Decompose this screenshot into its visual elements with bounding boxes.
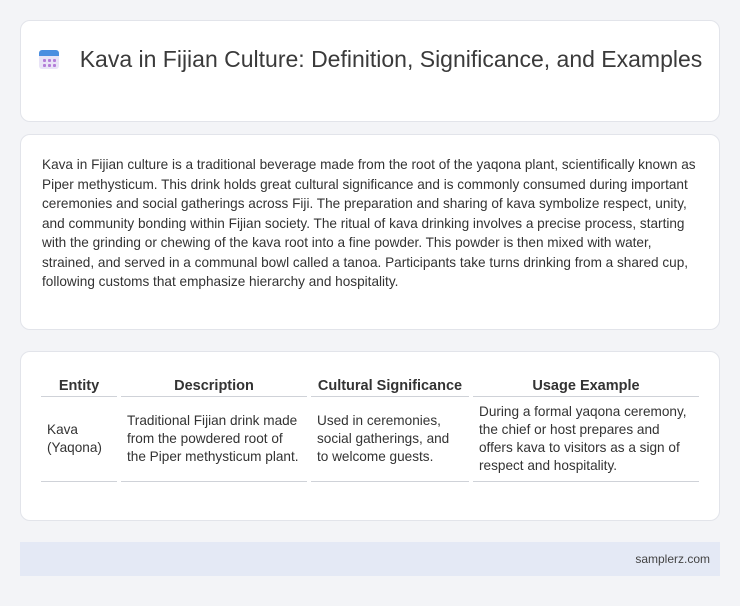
description-text: Kava in Fijian culture is a traditional …: [42, 157, 696, 289]
table-header-row: Entity Description Cultural Significance…: [41, 374, 699, 397]
cell-significance: Used in ceremonies, social gatherings, a…: [307, 396, 471, 482]
cell-example: During a formal yaqona ceremony, the chi…: [469, 396, 699, 482]
footer: samplerz.com: [20, 542, 720, 576]
cell-description: Traditional Fijian drink made from the p…: [117, 396, 309, 482]
title-card: Kava in Fijian Culture: Definition, Sign…: [20, 20, 720, 122]
table-card: Entity Description Cultural Significance…: [20, 351, 720, 521]
page-title-row: Kava in Fijian Culture: Definition, Sign…: [21, 45, 719, 74]
footer-source[interactable]: samplerz.com: [635, 552, 710, 566]
header-entity: Entity: [41, 374, 119, 397]
description-card: Kava in Fijian culture is a traditional …: [20, 134, 720, 330]
entity-table: Entity Description Cultural Significance…: [41, 374, 699, 482]
header-usage-example: Usage Example: [469, 374, 699, 397]
page-title: Kava in Fijian Culture: Definition, Sign…: [79, 46, 703, 72]
header-description: Description: [117, 374, 309, 397]
table-row: Kava (Yaqona) Traditional Fijian drink m…: [41, 396, 699, 482]
calendar-icon: [38, 48, 60, 70]
header-cultural-significance: Cultural Significance: [307, 374, 471, 397]
cell-entity: Kava (Yaqona): [41, 396, 119, 482]
